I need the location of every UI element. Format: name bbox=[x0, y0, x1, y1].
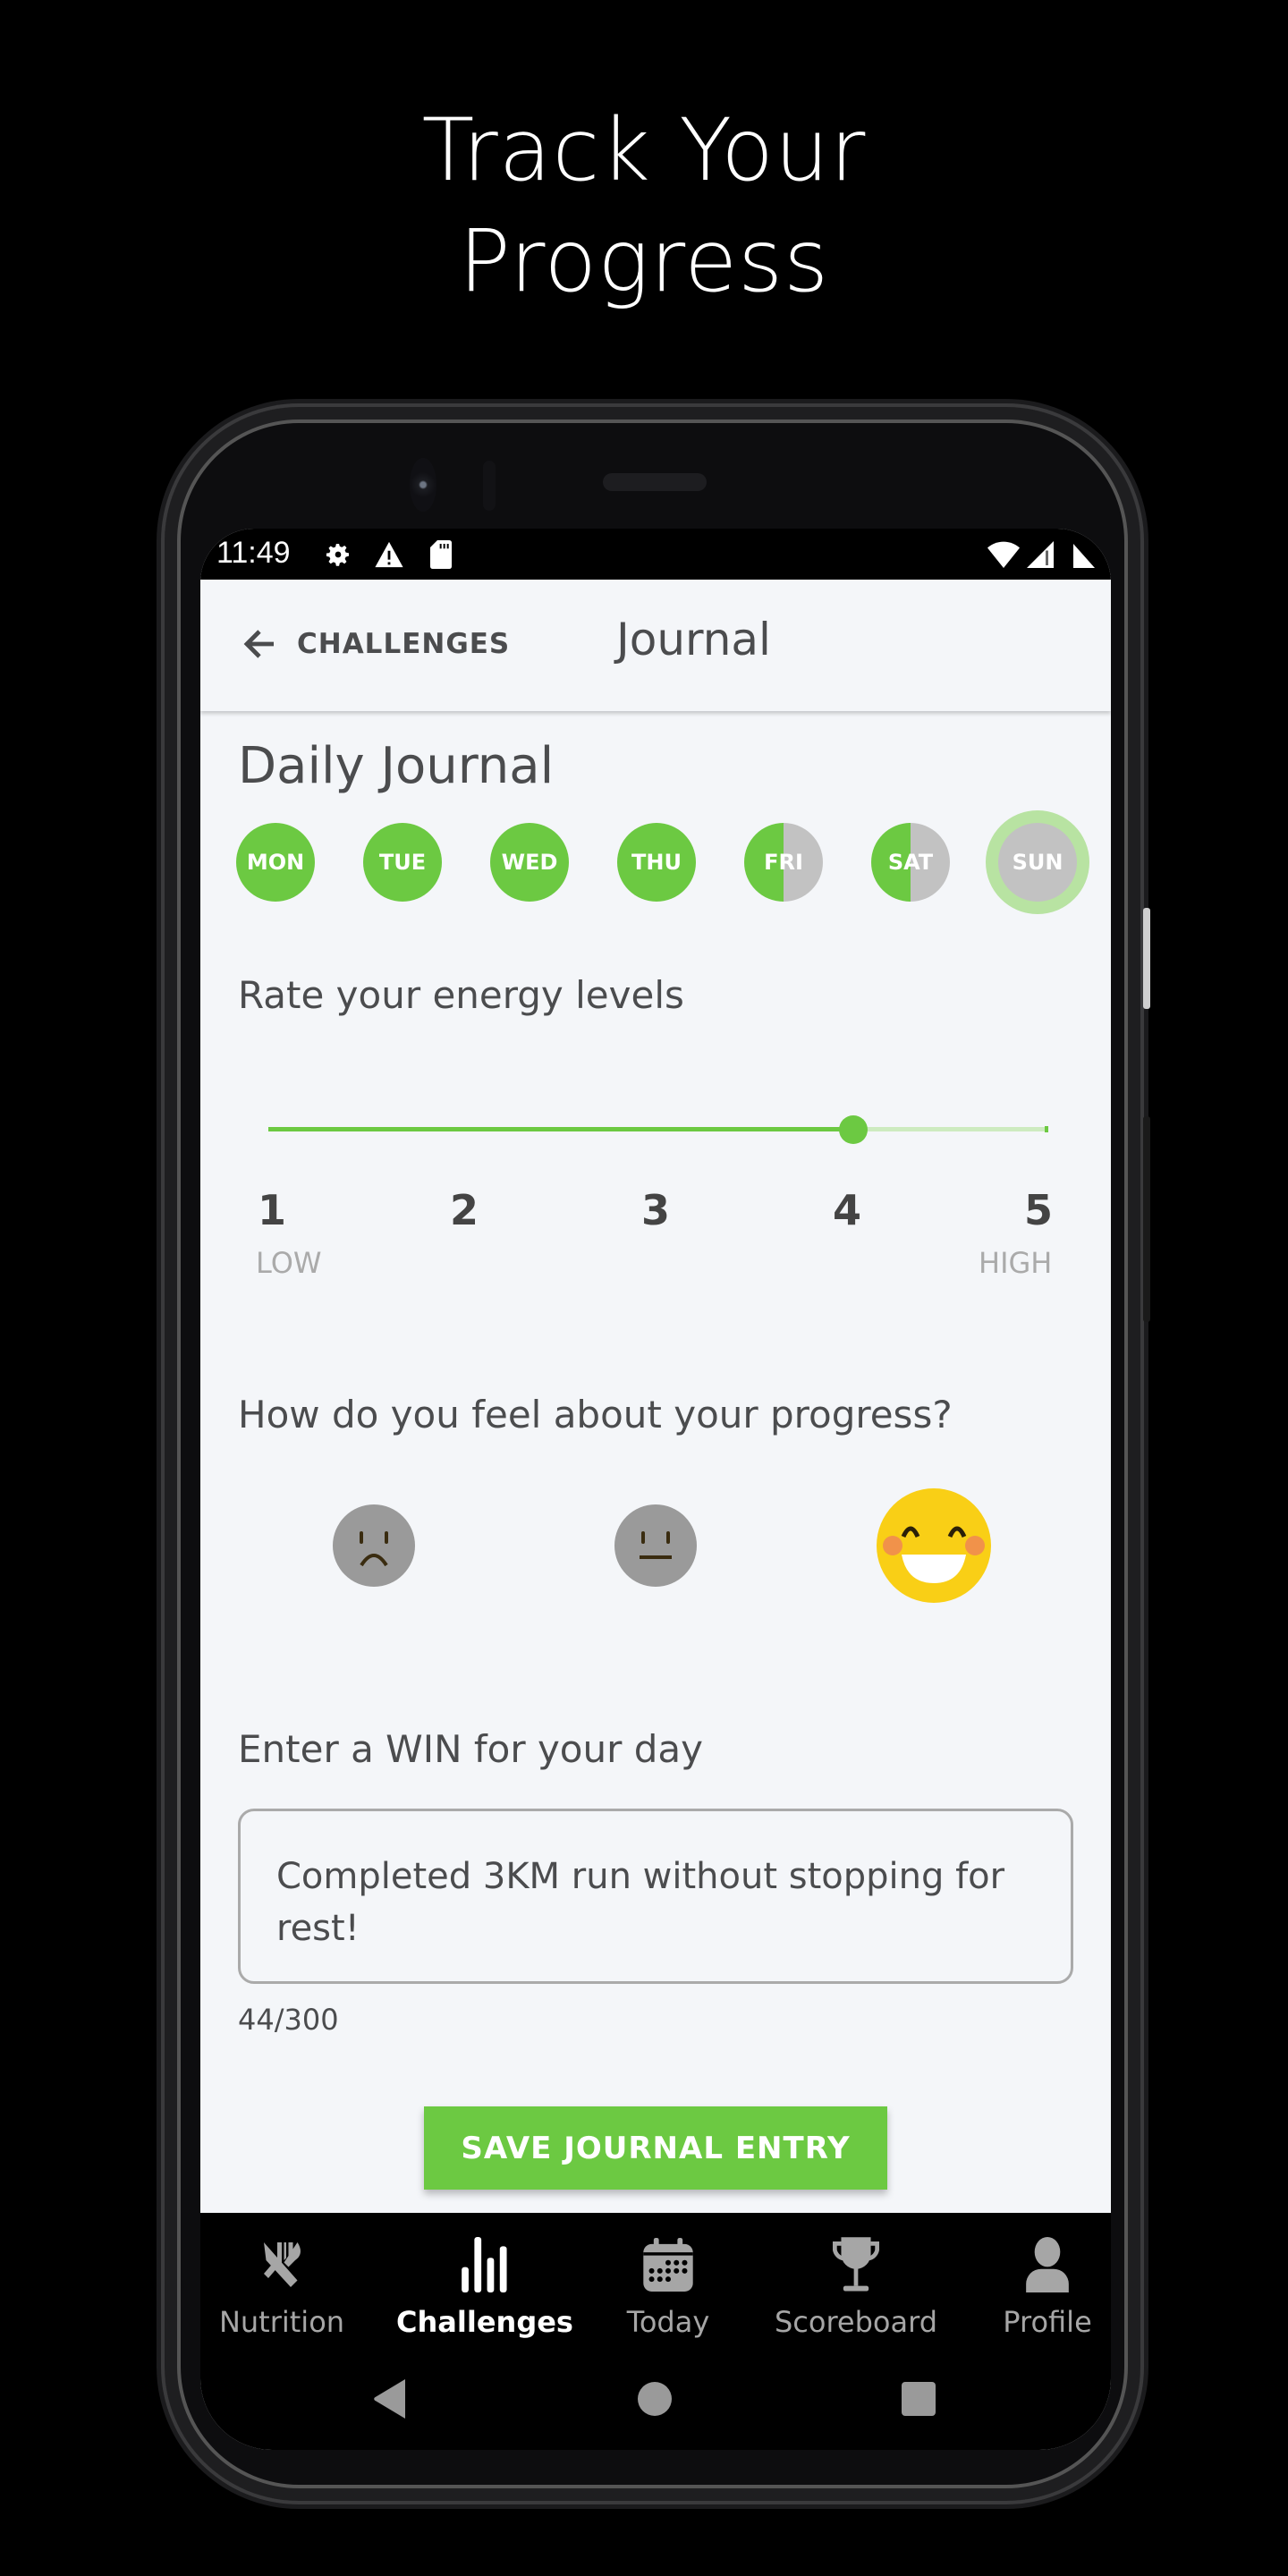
nav-label: Profile bbox=[1003, 2305, 1092, 2339]
arrow-left-icon bbox=[243, 630, 274, 658]
signal-icon bbox=[1027, 539, 1054, 570]
sad-face-option[interactable] bbox=[333, 1504, 415, 1587]
person-icon bbox=[1026, 2237, 1069, 2292]
home-circle-icon bbox=[638, 2382, 672, 2416]
back-label: CHALLENGES bbox=[297, 628, 511, 660]
nav-today[interactable]: Today bbox=[579, 2235, 758, 2339]
day-thu[interactable]: THU bbox=[617, 823, 696, 902]
back-button[interactable]: CHALLENGES bbox=[238, 623, 510, 665]
save-journal-button[interactable]: SAVE JOURNAL ENTRY bbox=[424, 2106, 887, 2190]
sd-card-icon bbox=[429, 539, 453, 570]
calendar-icon bbox=[643, 2238, 693, 2292]
day-mon[interactable]: MON bbox=[236, 823, 315, 902]
front-camera bbox=[410, 458, 436, 512]
earpiece-speaker bbox=[603, 473, 707, 491]
recents-square-icon bbox=[902, 2382, 936, 2416]
neutral-face-option[interactable] bbox=[614, 1504, 697, 1587]
day-label: WED bbox=[501, 850, 558, 875]
win-label: Enter a WIN for your day bbox=[238, 1727, 703, 1771]
energy-tick-3: 3 bbox=[640, 1186, 670, 1234]
energy-tick-2: 2 bbox=[449, 1186, 479, 1234]
slider-end-tick bbox=[1045, 1126, 1048, 1132]
energy-question: Rate your energy levels bbox=[238, 973, 684, 1017]
day-selector: MON TUE WED THU FRI SAT SUN bbox=[236, 823, 1086, 903]
nav-label: Scoreboard bbox=[774, 2305, 938, 2339]
energy-low-label: LOW bbox=[256, 1246, 322, 1280]
bottom-nav: Nutrition Challenges Today Scoreboard Pr… bbox=[200, 2213, 1111, 2450]
day-wed[interactable]: WED bbox=[490, 823, 569, 902]
day-fri[interactable]: FRI bbox=[744, 823, 823, 902]
phone-screen: 11:49 CHALLENGES Journal Daily Journal M… bbox=[200, 529, 1111, 2450]
day-label: SUN bbox=[1012, 850, 1063, 875]
status-bar: 11:49 bbox=[200, 529, 1111, 580]
nav-label: Nutrition bbox=[218, 2305, 345, 2339]
slider-thumb[interactable] bbox=[839, 1115, 868, 1144]
promo-line-1: Track Your bbox=[421, 100, 867, 200]
win-input[interactable]: Completed 3KM run without stopping for r… bbox=[238, 1809, 1073, 1984]
nav-scoreboard[interactable]: Scoreboard bbox=[767, 2235, 945, 2339]
battery-icon bbox=[1073, 539, 1095, 570]
day-label: THU bbox=[631, 850, 682, 875]
nav-nutrition[interactable]: Nutrition bbox=[200, 2235, 371, 2339]
system-home-button[interactable] bbox=[628, 2372, 682, 2426]
sad-face-icon bbox=[333, 1504, 415, 1587]
energy-tick-1: 1 bbox=[257, 1186, 286, 1234]
promo-headline: Track Your Progress bbox=[0, 95, 1288, 317]
warning-icon bbox=[374, 539, 404, 570]
volume-button bbox=[1143, 1116, 1150, 1322]
energy-high-label: HIGH bbox=[979, 1246, 1053, 1280]
day-tue[interactable]: TUE bbox=[363, 823, 442, 902]
app-bar: CHALLENGES Journal bbox=[200, 580, 1111, 711]
status-time: 11:49 bbox=[216, 536, 291, 570]
page-title: Journal bbox=[616, 614, 771, 665]
nav-label: Today bbox=[626, 2305, 710, 2339]
camera-sensor bbox=[483, 461, 496, 511]
wifi-icon bbox=[987, 539, 1020, 570]
nav-profile[interactable]: Profile bbox=[958, 2235, 1111, 2339]
day-label: FRI bbox=[764, 850, 803, 875]
energy-tick-4: 4 bbox=[832, 1186, 861, 1234]
win-char-counter: 44/300 bbox=[238, 2003, 339, 2037]
energy-tick-5: 5 bbox=[1023, 1186, 1053, 1234]
day-label: SAT bbox=[887, 850, 934, 875]
slider-track-filled bbox=[268, 1127, 853, 1131]
day-label: MON bbox=[246, 850, 305, 875]
energy-slider[interactable] bbox=[268, 1111, 1048, 1147]
happy-face-icon bbox=[877, 1488, 991, 1603]
utensils-icon bbox=[264, 2242, 301, 2287]
system-back-button[interactable] bbox=[364, 2372, 418, 2426]
nav-label: Challenges bbox=[396, 2305, 573, 2339]
progress-question: How do you feel about your progress? bbox=[238, 1393, 953, 1436]
day-sat[interactable]: SAT bbox=[871, 823, 950, 902]
nav-challenges[interactable]: Challenges bbox=[395, 2235, 574, 2339]
back-triangle-icon bbox=[374, 2379, 405, 2419]
system-recents-button[interactable] bbox=[892, 2372, 945, 2426]
happy-face-option[interactable] bbox=[877, 1488, 991, 1603]
slider-track-empty bbox=[853, 1127, 1048, 1131]
promo-line-2: Progress bbox=[458, 211, 830, 311]
neutral-face-icon bbox=[614, 1504, 697, 1587]
bar-chart-icon bbox=[462, 2237, 507, 2292]
daily-journal-title: Daily Journal bbox=[238, 737, 555, 795]
trophy-icon bbox=[833, 2237, 879, 2292]
settings-icon bbox=[324, 539, 352, 570]
day-label: TUE bbox=[378, 850, 427, 875]
day-sun[interactable]: SUN bbox=[998, 823, 1077, 902]
power-button bbox=[1143, 908, 1150, 1009]
